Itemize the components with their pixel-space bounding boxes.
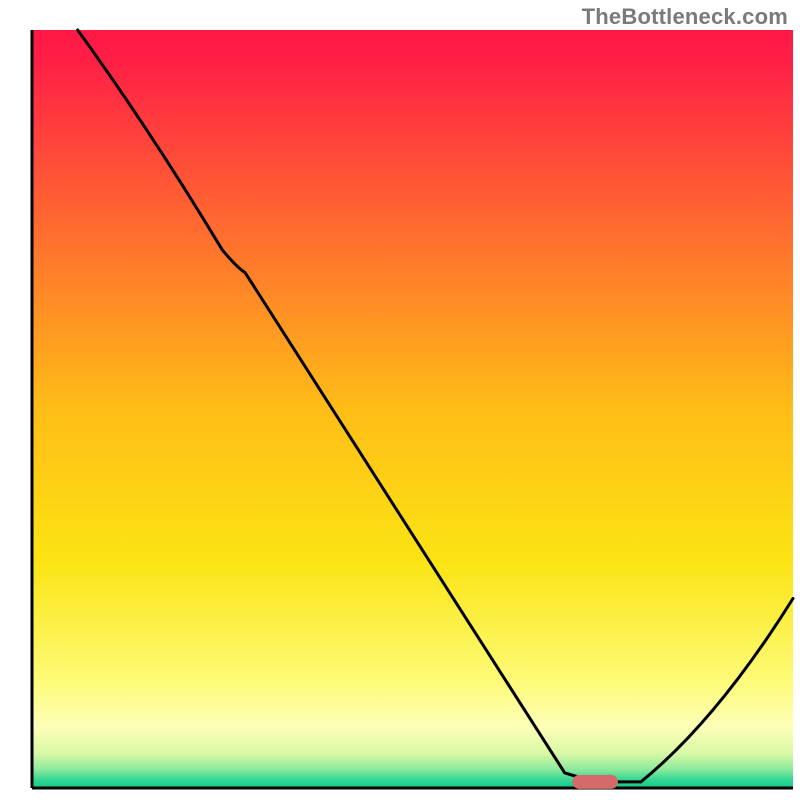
chart-background [32, 30, 793, 788]
bottleneck-chart [0, 0, 800, 800]
trough-marker [572, 775, 618, 789]
